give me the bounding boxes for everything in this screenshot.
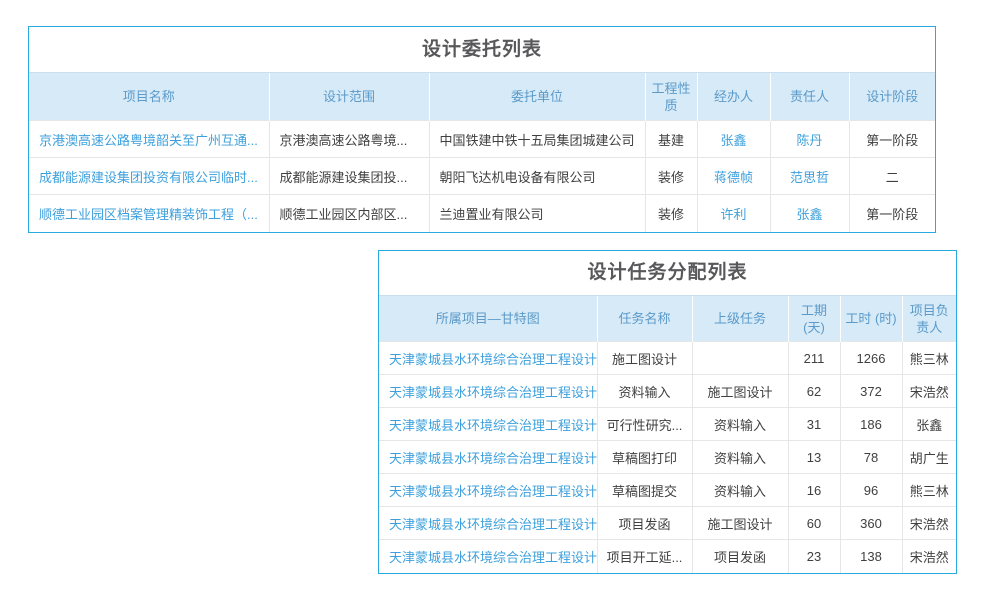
col-header-design-scope: 设计范围 (269, 73, 429, 121)
task-name-cell: 草稿图打印 (597, 441, 692, 474)
design-scope-cell: 成都能源建设集团投... (269, 158, 429, 195)
handler-link[interactable]: 蒋德帧 (697, 158, 770, 195)
col-header-work-hours: 工时 (时) (840, 296, 902, 342)
col-header-project-nature: 工程性质 (645, 73, 697, 121)
parent-task-cell (692, 342, 788, 375)
task-project-link[interactable]: 天津蒙城县水环境综合治理工程设计项目 (379, 540, 597, 573)
task-project-link[interactable]: 天津蒙城县水环境综合治理工程设计项目 (379, 375, 597, 408)
handler-link[interactable]: 张鑫 (697, 121, 770, 158)
commission-table-row: 京港澳高速公路粤境韶关至广州互通... 京港澳高速公路粤境... 中国铁建中铁十… (29, 121, 935, 158)
design-task-assignment-table-card: 设计任务分配列表 所属项目—甘特图 任务名称 上级任务 工期 (天) 工时 (时… (378, 250, 957, 574)
hours-cell: 186 (840, 408, 902, 441)
duration-cell: 31 (788, 408, 840, 441)
design-stage-cell: 第一阶段 (849, 195, 935, 232)
hours-cell: 1266 (840, 342, 902, 375)
manager-cell: 宋浩然 (902, 507, 956, 540)
hours-cell: 78 (840, 441, 902, 474)
page-canvas: 设计委托列表 项目名称 设计范围 委托单位 工程性质 经办人 责任人 设计阶段 (0, 0, 1000, 600)
parent-task-cell: 资料输入 (692, 408, 788, 441)
client-unit-cell: 朝阳飞达机电设备有限公司 (429, 158, 645, 195)
task-table-row: 天津蒙城县水环境综合治理工程设计项目 可行性研究... 资料输入 31 186 … (379, 408, 956, 441)
task-table-title: 设计任务分配列表 (379, 251, 956, 295)
col-header-client-unit: 委托单位 (429, 73, 645, 121)
manager-cell: 熊三林 (902, 342, 956, 375)
owner-link[interactable]: 陈丹 (770, 121, 849, 158)
task-table-row: 天津蒙城县水环境综合治理工程设计项目 资料输入 施工图设计 62 372 宋浩然 (379, 375, 956, 408)
task-table-row: 天津蒙城县水环境综合治理工程设计项目 施工图设计 211 1266 熊三林 (379, 342, 956, 375)
task-name-cell: 草稿图提交 (597, 474, 692, 507)
task-project-link[interactable]: 天津蒙城县水环境综合治理工程设计项目 (379, 507, 597, 540)
col-header-owner: 责任人 (770, 73, 849, 121)
task-table-row: 天津蒙城县水环境综合治理工程设计项目 草稿图打印 资料输入 13 78 胡广生 (379, 441, 956, 474)
owner-link[interactable]: 张鑫 (770, 195, 849, 232)
handler-link[interactable]: 许利 (697, 195, 770, 232)
task-project-link[interactable]: 天津蒙城县水环境综合治理工程设计项目 (379, 441, 597, 474)
duration-cell: 16 (788, 474, 840, 507)
client-unit-cell: 中国铁建中铁十五局集团城建公司 (429, 121, 645, 158)
col-header-design-stage: 设计阶段 (849, 73, 935, 121)
duration-cell: 60 (788, 507, 840, 540)
task-project-link[interactable]: 天津蒙城县水环境综合治理工程设计项目 (379, 408, 597, 441)
manager-cell: 熊三林 (902, 474, 956, 507)
parent-task-cell: 项目发函 (692, 540, 788, 573)
hours-cell: 372 (840, 375, 902, 408)
manager-cell: 张鑫 (902, 408, 956, 441)
task-name-cell: 项目开工延... (597, 540, 692, 573)
task-table-row: 天津蒙城县水环境综合治理工程设计项目 项目开工延... 项目发函 23 138 … (379, 540, 956, 573)
col-header-project-name: 项目名称 (29, 73, 269, 121)
commission-table-row: 顺德工业园区档案管理精装饰工程（... 顺德工业园区内部区... 兰迪置业有限公… (29, 195, 935, 232)
commission-header-row: 项目名称 设计范围 委托单位 工程性质 经办人 责任人 设计阶段 (29, 73, 935, 121)
hours-cell: 96 (840, 474, 902, 507)
task-name-cell: 可行性研究... (597, 408, 692, 441)
design-scope-cell: 顺德工业园区内部区... (269, 195, 429, 232)
col-header-project-manager: 项目负责人 (902, 296, 956, 342)
task-name-cell: 施工图设计 (597, 342, 692, 375)
manager-cell: 宋浩然 (902, 375, 956, 408)
project-name-link[interactable]: 成都能源建设集团投资有限公司临时... (29, 158, 269, 195)
col-header-parent-task: 上级任务 (692, 296, 788, 342)
manager-cell: 宋浩然 (902, 540, 956, 573)
task-header-row: 所属项目—甘特图 任务名称 上级任务 工期 (天) 工时 (时) 项目负责人 (379, 296, 956, 342)
design-stage-cell: 第一阶段 (849, 121, 935, 158)
design-scope-cell: 京港澳高速公路粤境... (269, 121, 429, 158)
commission-table-title: 设计委托列表 (29, 27, 935, 72)
project-name-link[interactable]: 顺德工业园区档案管理精装饰工程（... (29, 195, 269, 232)
col-header-handler: 经办人 (697, 73, 770, 121)
design-commission-table: 项目名称 设计范围 委托单位 工程性质 经办人 责任人 设计阶段 京港澳高速公路… (29, 72, 935, 232)
project-nature-cell: 基建 (645, 121, 697, 158)
col-header-parent-project-gantt: 所属项目—甘特图 (379, 296, 597, 342)
parent-task-cell: 施工图设计 (692, 375, 788, 408)
design-stage-cell: 二 (849, 158, 935, 195)
task-name-cell: 项目发函 (597, 507, 692, 540)
task-project-link[interactable]: 天津蒙城县水环境综合治理工程设计项目 (379, 342, 597, 375)
parent-task-cell: 施工图设计 (692, 507, 788, 540)
parent-task-cell: 资料输入 (692, 474, 788, 507)
owner-link[interactable]: 范思哲 (770, 158, 849, 195)
project-name-link[interactable]: 京港澳高速公路粤境韶关至广州互通... (29, 121, 269, 158)
task-name-cell: 资料输入 (597, 375, 692, 408)
duration-cell: 211 (788, 342, 840, 375)
task-table-row: 天津蒙城县水环境综合治理工程设计项目 草稿图提交 资料输入 16 96 熊三林 (379, 474, 956, 507)
design-task-assignment-table: 所属项目—甘特图 任务名称 上级任务 工期 (天) 工时 (时) 项目负责人 天… (379, 295, 956, 573)
col-header-duration-days: 工期 (天) (788, 296, 840, 342)
task-table-row: 天津蒙城县水环境综合治理工程设计项目 项目发函 施工图设计 60 360 宋浩然 (379, 507, 956, 540)
design-commission-table-card: 设计委托列表 项目名称 设计范围 委托单位 工程性质 经办人 责任人 设计阶段 (28, 26, 936, 233)
manager-cell: 胡广生 (902, 441, 956, 474)
duration-cell: 23 (788, 540, 840, 573)
project-nature-cell: 装修 (645, 195, 697, 232)
duration-cell: 62 (788, 375, 840, 408)
task-project-link[interactable]: 天津蒙城县水环境综合治理工程设计项目 (379, 474, 597, 507)
hours-cell: 360 (840, 507, 902, 540)
project-nature-cell: 装修 (645, 158, 697, 195)
commission-table-row: 成都能源建设集团投资有限公司临时... 成都能源建设集团投... 朝阳飞达机电设… (29, 158, 935, 195)
hours-cell: 138 (840, 540, 902, 573)
parent-task-cell: 资料输入 (692, 441, 788, 474)
col-header-task-name: 任务名称 (597, 296, 692, 342)
duration-cell: 13 (788, 441, 840, 474)
client-unit-cell: 兰迪置业有限公司 (429, 195, 645, 232)
